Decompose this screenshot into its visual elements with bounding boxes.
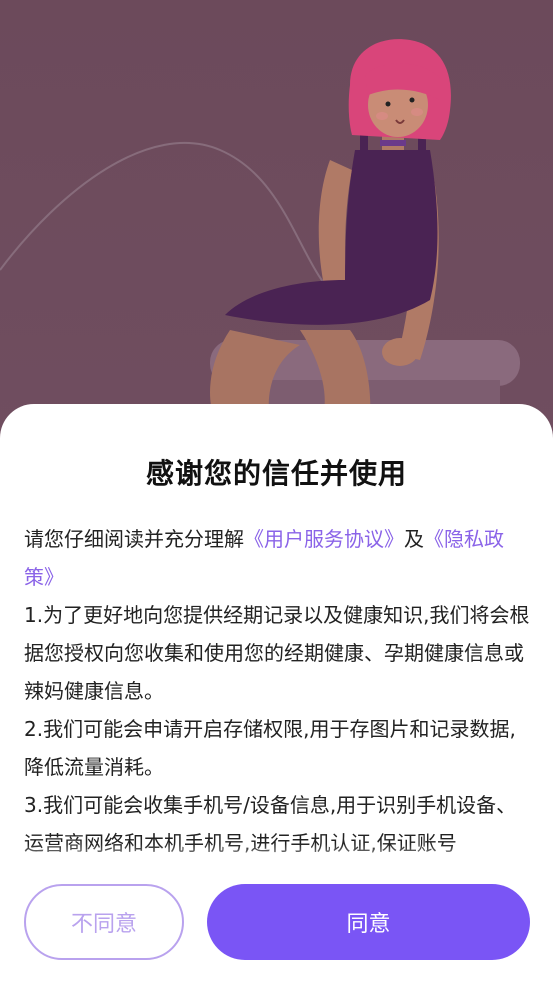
intro-prefix: 请您仔细阅读并充分理解 [24, 527, 244, 551]
user-agreement-link[interactable]: 《用户服务协议》 [244, 527, 404, 551]
dialog-content[interactable]: 请您仔细阅读并充分理解《用户服务协议》及《隐私政策》 1.为了更好地向您提供经期… [24, 520, 532, 860]
dialog-title: 感谢您的信任并使用 [145, 457, 407, 490]
disagree-button[interactable]: 不同意 [24, 884, 184, 960]
content-fade [24, 844, 532, 866]
consent-dialog: 感谢您的信任并使用 请您仔细阅读并充分理解《用户服务协议》及《隐私政策》 1.为… [0, 404, 553, 984]
agree-button[interactable]: 同意 [207, 884, 530, 960]
intro-paragraph: 请您仔细阅读并充分理解《用户服务协议》及《隐私政策》 [24, 520, 532, 596]
and-text: 及 [404, 527, 424, 551]
girl-illustration [0, 39, 520, 420]
paragraph-1: 1.为了更好地向您提供经期记录以及健康知识,我们将会根据您授权向您收集和使用您的… [24, 603, 530, 703]
paragraph-2: 2.我们可能会申请开启存储权限,用于存图片和记录数据,降低流量消耗。 [24, 717, 516, 779]
